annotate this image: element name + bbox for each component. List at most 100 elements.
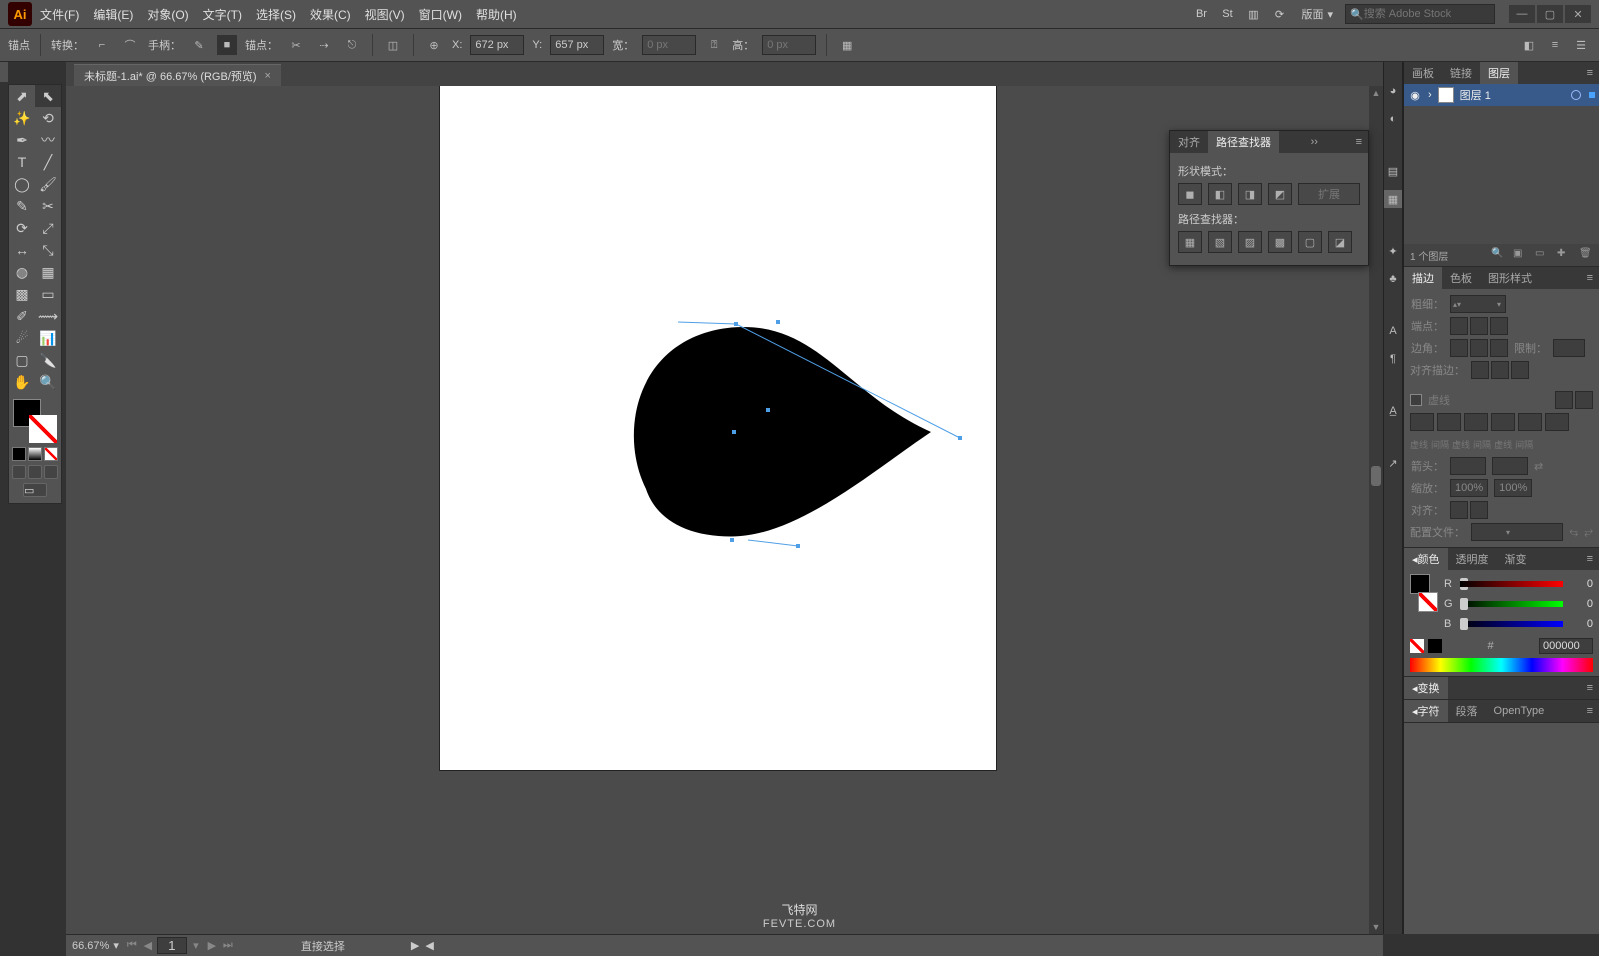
delete-layer-icon[interactable]: 🗑 (1579, 248, 1593, 262)
last-artboard-icon[interactable]: ⏭ (221, 939, 235, 952)
pathfinder-panel[interactable]: 对齐 路径查找器 ›› ≡ 形状模式： ◼ ◧ ◨ ◩ 扩展 路径查找器： ▦ … (1169, 130, 1369, 266)
eyedropper-tool[interactable]: ✐ (9, 305, 35, 327)
y-input[interactable]: 657 px (550, 35, 604, 55)
unite-icon[interactable]: ◼ (1178, 183, 1202, 205)
tab-pathfinder[interactable]: 路径查找器 (1208, 131, 1279, 153)
artboard-tool[interactable]: ▢ (9, 349, 35, 371)
status-play-icon[interactable]: ▶ (411, 939, 419, 952)
tab-links[interactable]: 链接 (1442, 62, 1480, 84)
intersect-icon[interactable]: ◨ (1238, 183, 1262, 205)
type-char-icon[interactable]: A (1384, 322, 1402, 340)
b-slider[interactable] (1460, 621, 1563, 627)
export-icon[interactable]: ↗ (1384, 454, 1402, 472)
isolate-icon[interactable]: ◫ (383, 35, 403, 55)
arrow-scale-1[interactable]: 100% (1450, 479, 1488, 497)
brushes-icon[interactable]: ▦ (1384, 190, 1402, 208)
blend-tool[interactable]: ⟿ (35, 305, 61, 327)
workspace-switcher[interactable]: 版面▾ (1295, 4, 1339, 24)
mesh-tool[interactable]: ▩ (9, 283, 35, 305)
hex-input[interactable] (1539, 638, 1593, 654)
menu-select[interactable]: 选择(S) (250, 4, 302, 25)
tab-artboards[interactable]: 画板 (1404, 62, 1442, 84)
line-segment-tool[interactable]: ╱ (35, 151, 61, 173)
window-maximize[interactable]: ▢ (1537, 5, 1563, 23)
search-stock[interactable]: 🔍 (1345, 4, 1495, 24)
divide-icon[interactable]: ▦ (1178, 231, 1202, 253)
merge-icon[interactable]: ▨ (1238, 231, 1262, 253)
layer-name[interactable]: 图层 1 (1460, 87, 1491, 103)
align-icon[interactable]: ♣ (1384, 270, 1402, 288)
tab-graphic-styles[interactable]: 图形样式 (1480, 267, 1540, 289)
window-minimize[interactable]: — (1509, 5, 1535, 23)
new-sublayer-icon[interactable]: ▭ (1535, 248, 1549, 262)
vertical-scrollbar[interactable]: ▲ ▼ (1369, 86, 1383, 934)
stroke-swatch-none[interactable] (29, 415, 57, 443)
flip-across-icon[interactable]: ⥂ (1584, 526, 1593, 539)
flip-along-icon[interactable]: ⥃ (1569, 526, 1578, 539)
next-artboard-icon[interactable]: ▶ (205, 939, 219, 952)
artboard-input[interactable] (157, 937, 187, 954)
tab-gradient[interactable]: 渐变 (1497, 548, 1535, 570)
link-wh-icon[interactable]: ⍰ (704, 35, 724, 55)
close-tab-icon[interactable]: × (265, 70, 271, 82)
b-value[interactable]: 0 (1569, 618, 1593, 630)
screen-mode-btn[interactable]: ▭ (9, 483, 61, 497)
type-para-icon[interactable]: ¶ (1384, 350, 1402, 368)
minus-back-icon[interactable]: ◪ (1328, 231, 1352, 253)
slice-tool[interactable]: 🔪 (35, 349, 61, 371)
panel-menu-icon[interactable]: ≡ (1581, 553, 1599, 565)
zoom-dropdown[interactable]: 66.67%▾ (72, 939, 119, 952)
menu-effect[interactable]: 效果(C) (304, 4, 357, 25)
gap-3[interactable] (1545, 413, 1569, 431)
vector-shape[interactable] (618, 308, 978, 568)
dash-1[interactable] (1410, 413, 1434, 431)
width-tool[interactable]: ↔ (9, 239, 35, 261)
dock-handle[interactable] (0, 62, 8, 82)
make-clipping-icon[interactable]: ▣ (1513, 248, 1527, 262)
none-icon[interactable] (44, 447, 58, 461)
locate-layer-icon[interactable]: 🔍 (1491, 248, 1505, 262)
rotate-tool[interactable]: ⟳ (9, 217, 35, 239)
color-guide-icon[interactable]: ◕ (1384, 82, 1402, 100)
tab-stroke[interactable]: 描边 (1404, 267, 1442, 289)
lasso-tool[interactable]: ⟲ (35, 107, 61, 129)
arrow-end[interactable] (1492, 457, 1528, 475)
bridge-icon[interactable]: Br (1191, 4, 1211, 24)
layer-row[interactable]: ◉ › 图层 1 (1404, 84, 1599, 106)
symbols-icon[interactable]: ✦ (1384, 242, 1402, 260)
crop-icon[interactable]: ▩ (1268, 231, 1292, 253)
x-input[interactable]: 672 px (470, 35, 524, 55)
none-swatch[interactable] (1410, 639, 1424, 653)
draw-inside-icon[interactable] (44, 465, 58, 479)
profile-dropdown[interactable]: ▾ (1471, 523, 1563, 541)
remove-anchor-icon[interactable]: ✂ (286, 35, 306, 55)
tab-layers[interactable]: 图层 (1480, 62, 1518, 84)
minus-front-icon[interactable]: ◧ (1208, 183, 1232, 205)
panel-collapse-icon[interactable]: ›› (1305, 136, 1324, 148)
tab-character[interactable]: ◂ 字符 (1404, 700, 1448, 722)
menu-view[interactable]: 视图(V) (359, 4, 411, 25)
status-scroll-left-icon[interactable]: ◀ (425, 939, 433, 952)
scroll-up-icon[interactable]: ▲ (1369, 86, 1383, 100)
convert-smooth-icon[interactable]: ⌒ (120, 35, 140, 55)
black-swatch[interactable] (1428, 639, 1442, 653)
outline-icon[interactable]: ▢ (1298, 231, 1322, 253)
dashed-checkbox[interactable] (1410, 394, 1422, 406)
limit-stepper[interactable] (1553, 339, 1585, 357)
pixel-snap-icon[interactable]: ▦ (837, 35, 857, 55)
gap-1[interactable] (1437, 413, 1461, 431)
gap-2[interactable] (1491, 413, 1515, 431)
menu-window[interactable]: 窗口(W) (413, 4, 468, 25)
fill-color-icon[interactable] (12, 447, 26, 461)
dash-align-buttons[interactable] (1555, 391, 1593, 409)
swap-arrows-icon[interactable]: ⇄ (1534, 460, 1543, 473)
menu-help[interactable]: 帮助(H) (470, 4, 523, 25)
cut-path-icon[interactable]: ⎋ (342, 35, 362, 55)
panel-menu-icon[interactable]: ≡ (1581, 67, 1599, 79)
visibility-icon[interactable]: ◉ (1408, 89, 1422, 102)
align-stroke-buttons[interactable] (1471, 361, 1529, 379)
scroll-down-icon[interactable]: ▼ (1369, 920, 1383, 934)
magic-wand-tool[interactable]: ✨ (9, 107, 35, 129)
free-transform-tool[interactable]: ⤡ (35, 239, 61, 261)
draw-normal-icon[interactable] (12, 465, 26, 479)
